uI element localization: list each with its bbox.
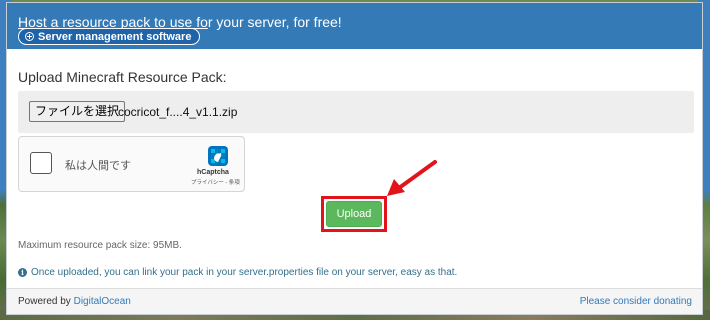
donate-link[interactable]: Please consider donating xyxy=(580,296,692,307)
captcha-checkbox[interactable] xyxy=(30,152,52,174)
powered-by: Powered by DigitalOcean xyxy=(18,296,131,307)
digitalocean-link[interactable]: DigitalOcean xyxy=(74,296,131,307)
selected-file-name: cocricot_f....4_v1.1.zip xyxy=(118,105,238,119)
server-management-label: Server management software xyxy=(38,30,192,43)
max-size-note: Maximum resource pack size: 95MB. xyxy=(18,240,182,251)
info-note-text: Once uploaded, you can link your pack in… xyxy=(31,267,458,278)
panel-footer: Powered by DigitalOcean Please consider … xyxy=(7,288,702,314)
panel-header: Host a resource pack to use for your ser… xyxy=(7,3,702,49)
info-icon: i xyxy=(18,268,27,277)
captcha-label: 私は人間です xyxy=(65,160,131,172)
header-title-rest: r your server, for free! xyxy=(207,14,342,30)
info-note: i Once uploaded, you can link your pack … xyxy=(18,267,457,278)
file-input-area: ファイルを選択 cocricot_f....4_v1.1.zip xyxy=(18,91,694,133)
upload-panel: Host a resource pack to use for your ser… xyxy=(6,2,703,315)
hcaptcha-widget: 私は人間です hCaptcha プライバシー - 条項 xyxy=(18,136,245,192)
plus-circle-icon xyxy=(25,32,34,41)
captcha-brand: hCaptcha xyxy=(197,169,229,176)
page-heading: Upload Minecraft Resource Pack: xyxy=(18,69,227,85)
server-management-button[interactable]: Server management software xyxy=(18,28,201,45)
red-arrow-icon xyxy=(387,160,437,196)
powered-prefix: Powered by xyxy=(18,296,74,307)
choose-file-button[interactable]: ファイルを選択 xyxy=(29,101,126,122)
upload-button[interactable]: Upload xyxy=(326,201,382,227)
hcaptcha-logo-icon xyxy=(208,146,228,166)
captcha-privacy-terms[interactable]: プライバシー - 条項 xyxy=(191,178,240,186)
